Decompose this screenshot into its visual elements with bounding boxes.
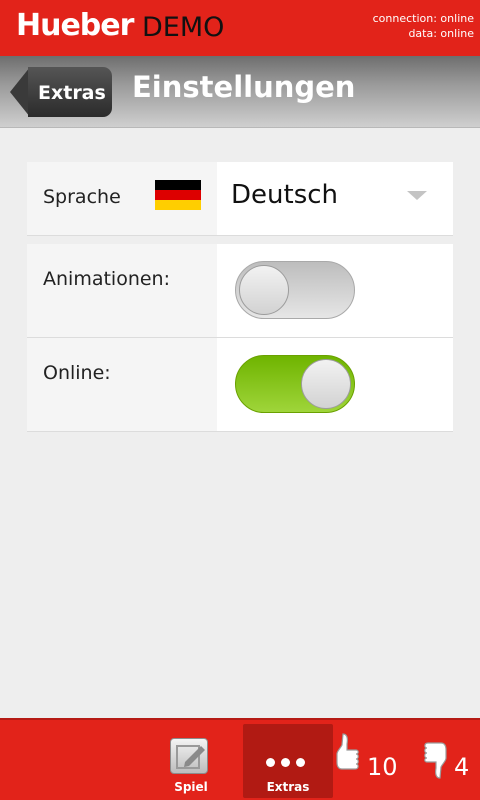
tab-extras[interactable]: Extras [243,724,333,798]
back-arrow-icon [10,67,30,117]
back-button[interactable]: Extras [10,67,112,117]
edition-label: DEMO [142,12,225,43]
flag-germany-icon [155,180,201,210]
more-icon [266,752,311,771]
data-status-text: data: online [408,27,474,40]
language-label-cell: Sprache [27,162,217,235]
online-toggle[interactable] [235,355,355,413]
language-select[interactable]: Deutsch [217,162,453,236]
connection-status: connection: online data: online [373,11,474,41]
brand-logo: Hueber [16,8,134,43]
language-select-value: Deutsch [231,180,339,210]
animations-label: Animationen: [43,268,170,290]
page-title: Einstellungen [132,70,356,104]
animations-toggle[interactable] [235,261,355,319]
thumbs-up-count: 10 [367,753,398,781]
bottom-navigation: Spiel Extras 10 4 [0,718,480,800]
thumbs-down-icon [423,732,449,780]
thumbs-up-icon [334,732,360,780]
language-label: Sprache [43,186,121,208]
online-setting-row: Online: [27,338,453,432]
edit-icon [170,738,208,774]
language-setting-row: Sprache Deutsch [27,162,453,236]
online-label: Online: [43,362,111,384]
thumbs-down-count: 4 [454,753,470,781]
toggle-knob [301,359,351,409]
tab-spiel[interactable]: Spiel [160,724,222,798]
animations-setting-row: Animationen: [27,244,453,338]
connection-status-text: connection: online [372,12,474,25]
animations-label-cell: Animationen: [27,244,217,337]
tab-spiel-label: Spiel [174,780,208,794]
chevron-down-icon [407,191,427,200]
online-label-cell: Online: [27,338,217,431]
toggle-knob [239,265,289,315]
tab-extras-label: Extras [266,780,310,794]
app-header: Hueber DEMO connection: online data: onl… [0,0,480,56]
back-button-label: Extras [38,82,106,104]
title-bar: Extras Einstellungen [0,56,480,128]
